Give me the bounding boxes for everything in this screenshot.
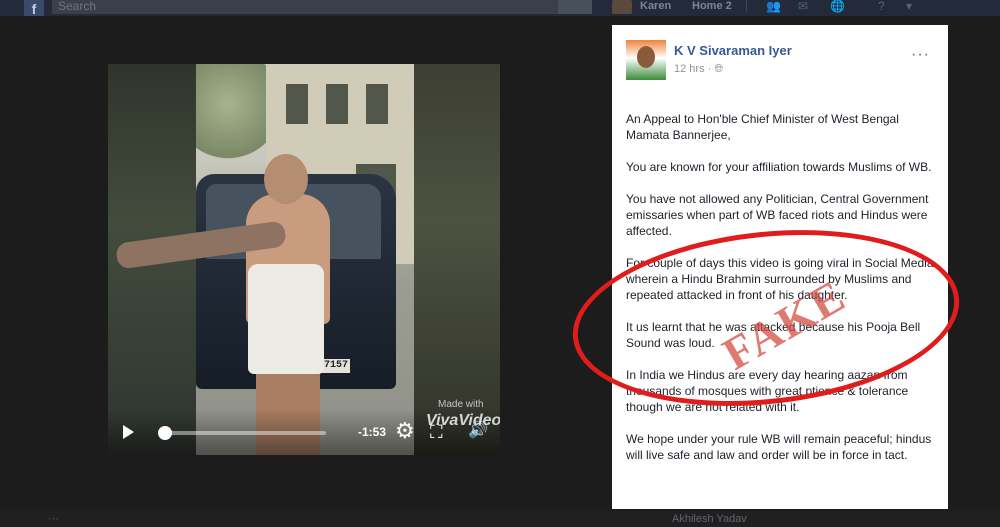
progress-bar[interactable] xyxy=(166,431,326,435)
more-options-icon[interactable]: ··· xyxy=(911,47,930,63)
video-player[interactable]: WB 7157 -1:53 ⚙ ⛶ 🔊 Made with VivaVideo xyxy=(108,64,500,455)
play-icon[interactable] xyxy=(123,425,134,439)
profile-link[interactable]: Karen xyxy=(640,0,671,12)
progress-handle[interactable] xyxy=(158,426,172,440)
time-remaining: -1:53 xyxy=(358,425,387,439)
video-blur-right xyxy=(414,64,500,455)
home-link[interactable]: Home 2 xyxy=(692,0,732,12)
timestamp[interactable]: 12 hrs xyxy=(674,63,705,75)
dropdown-icon[interactable]: ▾ xyxy=(906,0,912,13)
search-input[interactable]: Search xyxy=(52,0,592,14)
search-placeholder: Search xyxy=(58,0,97,13)
author-avatar[interactable] xyxy=(626,40,666,80)
home-count-badge: 2 xyxy=(725,0,732,12)
friend-requests-icon[interactable]: 👥 xyxy=(766,0,781,13)
help-icon[interactable]: ? xyxy=(878,0,885,13)
post-meta: 12 hrs · 🌐︎ xyxy=(674,63,724,75)
watermark-caption: Made with xyxy=(438,399,484,410)
gear-icon[interactable]: ⚙ xyxy=(395,419,415,443)
messages-icon[interactable]: ✉ xyxy=(798,0,808,13)
search-button[interactable] xyxy=(558,0,592,14)
tree xyxy=(196,64,276,164)
video-controls: -1:53 ⚙ ⛶ 🔊 Made with VivaVideo xyxy=(108,399,500,455)
notifications-icon[interactable]: 🌐 xyxy=(830,0,845,13)
post-paragraph: An Appeal to Hon'ble Chief Minister of W… xyxy=(626,112,899,142)
chat-contact[interactable]: Akhilesh Yadav xyxy=(672,511,747,527)
post-paragraph: You are known for your affiliation towar… xyxy=(626,160,932,174)
watermark: VivaVideo xyxy=(426,412,500,429)
bottom-strip: ⋯ Akhilesh Yadav xyxy=(0,511,1000,527)
dimmed-content: ⋯ xyxy=(48,513,59,525)
home-link-label: Home xyxy=(692,0,723,12)
top-navigation-bar: f Search Karen Home 2 👥 ✉ 🌐 ? ▾ xyxy=(0,0,1000,17)
author-name[interactable]: K V Sivaraman Iyer xyxy=(674,43,792,58)
facebook-logo-icon[interactable]: f xyxy=(24,0,44,17)
post-paragraph: We hope under your rule WB will remain p… xyxy=(626,432,932,462)
divider xyxy=(746,0,747,12)
avatar[interactable] xyxy=(612,0,632,14)
globe-icon: 🌐︎ xyxy=(714,63,724,75)
video-frame: WB 7157 xyxy=(115,64,500,455)
